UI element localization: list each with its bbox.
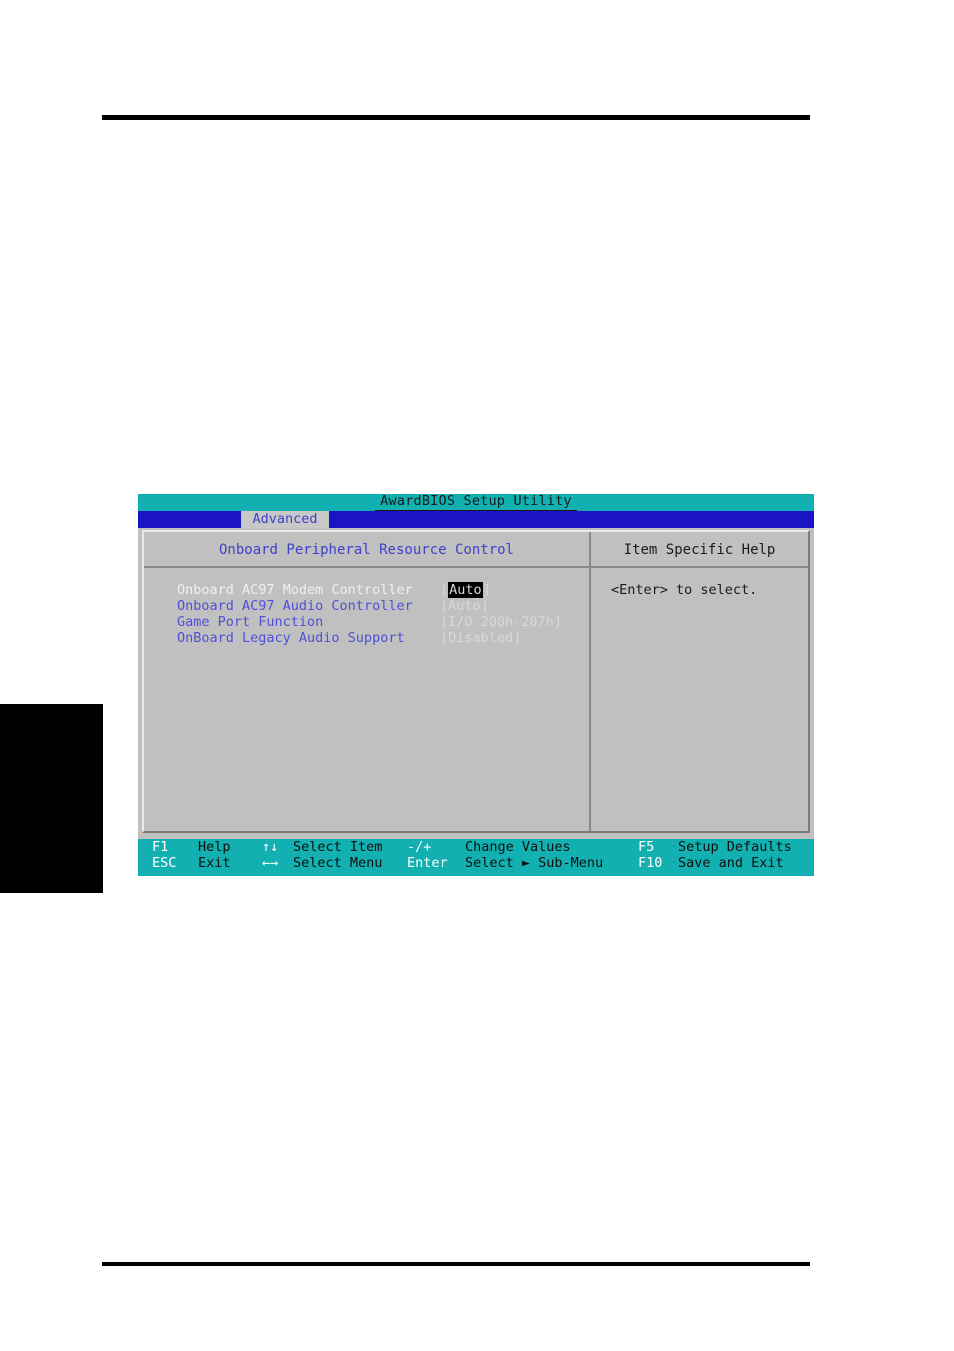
value-open-bracket: [ (440, 630, 449, 646)
footer-key-description: Save and Exit (678, 855, 784, 871)
value-close-bracket: ] (480, 598, 489, 614)
footer-key[interactable]: F5 (638, 840, 654, 855)
setting-row[interactable]: OnBoard Legacy Audio Support [Disabled] (144, 630, 589, 648)
footer-row-2: ESC Exit ←→ Select Menu Enter Select ► Sub-Me… (138, 855, 814, 874)
footer-key-description: Select ► Sub-Menu (465, 855, 604, 871)
footer-key-description: Exit (198, 855, 231, 871)
bios-title: AwardBIOS Setup Utility (380, 493, 572, 509)
tab-advanced[interactable]: Advanced (241, 511, 329, 528)
setting-value[interactable]: [I/O 200h-207h] (440, 614, 562, 630)
value-text: Auto (448, 582, 483, 598)
value-close-bracket: ] (482, 582, 491, 598)
page-bottom-rule (102, 1262, 810, 1266)
footer-key[interactable]: ESC (152, 856, 176, 871)
section-title: Onboard Peripheral Resource Control (218, 542, 514, 558)
footer-key[interactable]: ←→ (262, 856, 278, 871)
setting-value[interactable]: [Disabled] (440, 630, 522, 646)
footer-key[interactable]: Enter (407, 856, 448, 871)
settings-list: Onboard AC97 Modem Controller [Auto] Onboa… (144, 582, 589, 648)
setting-value[interactable]: [Auto] (440, 582, 491, 598)
footer-key[interactable]: F1 (152, 840, 168, 855)
footer-key-description: Select Item (293, 839, 383, 855)
footer-key-description: Select Menu (293, 855, 383, 871)
bios-body-frame: Onboard Peripheral Resource Control Item… (142, 530, 810, 833)
panel-divider (589, 532, 591, 831)
bios-footer-keybar: F1 Help ↑↓ Select Item -/+ Change Values F5 Set… (138, 839, 814, 876)
setting-label: OnBoard Legacy Audio Support (177, 630, 405, 646)
value-text: I/O 200h-207h (448, 614, 554, 630)
bios-setup-window: AwardBIOS Setup Utility Advanced Onboard… (138, 494, 814, 876)
value-text: Auto (448, 598, 481, 614)
chapter-edge-tab (0, 704, 103, 893)
footer-key-description: Change Values (465, 839, 571, 855)
setting-value[interactable]: [Auto] (440, 598, 489, 614)
value-open-bracket: [ (440, 598, 449, 614)
value-close-bracket: ] (513, 630, 522, 646)
help-panel-title: Item Specific Help (623, 542, 776, 558)
footer-key-description: Help (198, 839, 231, 855)
page-top-rule (102, 115, 810, 120)
footer-key[interactable]: ↑↓ (262, 840, 278, 855)
bios-tab-strip (138, 511, 814, 528)
header-rule-right (591, 566, 808, 568)
value-open-bracket: [ (440, 582, 449, 598)
setting-label: Onboard AC97 Modem Controller (177, 582, 413, 598)
setting-label: Game Port Function (177, 614, 324, 630)
help-text: <Enter> to select. (611, 582, 758, 598)
setting-label: Onboard AC97 Audio Controller (177, 598, 413, 614)
value-close-bracket: ] (553, 614, 562, 630)
value-open-bracket: [ (440, 614, 449, 630)
footer-key-description: Setup Defaults (678, 839, 792, 855)
header-rule-left (144, 566, 589, 568)
footer-key[interactable]: F10 (638, 856, 662, 871)
panel-header-row: Onboard Peripheral Resource Control Item… (144, 532, 808, 568)
value-text: Disabled (448, 630, 514, 646)
footer-key[interactable]: -/+ (407, 840, 431, 855)
